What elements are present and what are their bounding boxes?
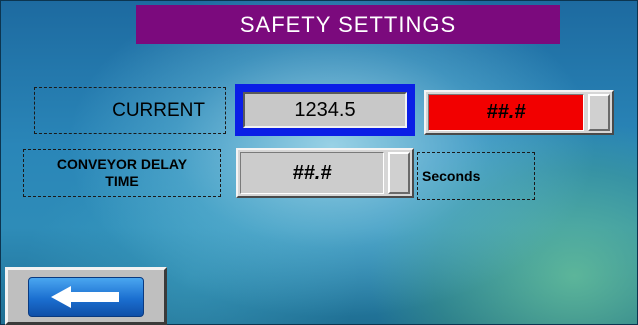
current-value: 1234.5 xyxy=(243,92,407,128)
conveyor-delay-value: ##.# xyxy=(240,152,384,194)
back-button-plate[interactable] xyxy=(28,277,144,317)
conveyor-delay-label-line1: CONVEYOR DELAY xyxy=(56,156,188,172)
back-button[interactable] xyxy=(5,267,167,325)
conveyor-delay-label: CONVEYOR DELAY TIME xyxy=(23,149,221,197)
conveyor-delay-label-line2: TIME xyxy=(105,173,139,189)
conveyor-delay-unit: Seconds xyxy=(417,152,535,200)
page-title-text: SAFETY SETTINGS xyxy=(239,11,457,37)
current-setpoint-value: ##.# xyxy=(428,94,584,131)
left-arrow-icon xyxy=(51,286,119,308)
current-label: CURRENT xyxy=(34,87,226,134)
current-setpoint-input[interactable]: ##.# xyxy=(424,90,614,135)
current-value-display: 1234.5 xyxy=(235,84,415,136)
conveyor-delay-edit-tab[interactable] xyxy=(388,152,410,194)
page-title: SAFETY SETTINGS xyxy=(136,5,560,44)
current-label-text: CURRENT xyxy=(112,99,205,121)
conveyor-delay-unit-text: Seconds xyxy=(422,168,481,184)
hmi-screen: SAFETY SETTINGS CURRENT 1234.5 ##.# CONV… xyxy=(0,0,638,325)
current-setpoint-edit-tab[interactable] xyxy=(588,94,610,131)
conveyor-delay-input[interactable]: ##.# xyxy=(236,148,414,198)
